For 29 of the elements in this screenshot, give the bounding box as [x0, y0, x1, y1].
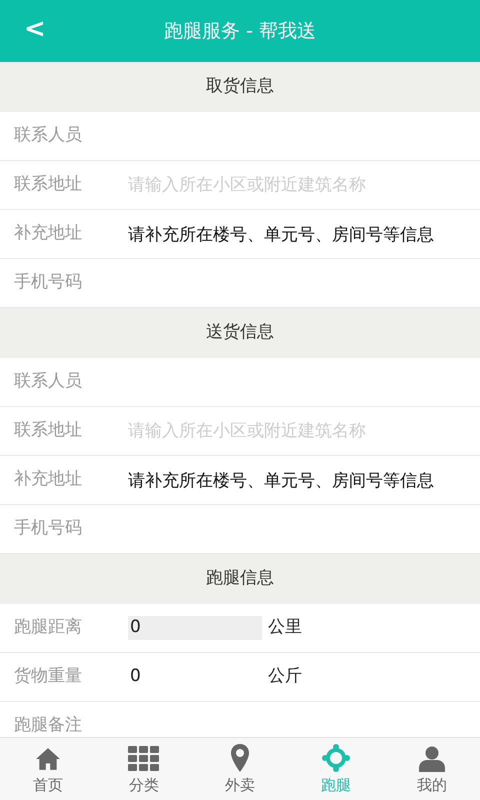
field-label: 货物重量 — [14, 665, 83, 688]
nav-tab[interactable]: 首页 — [0, 738, 96, 800]
person-icon — [419, 746, 445, 772]
home-icon — [34, 746, 62, 772]
field-label: 补充地址 — [14, 222, 83, 246]
section-title: 送货信息 — [206, 321, 274, 344]
unit-label: 公里 — [268, 616, 302, 640]
window-title: 跑腿服务 - 帮我送 — [164, 18, 316, 44]
grid-icon — [128, 746, 160, 772]
field-label: 联系地址 — [14, 173, 83, 196]
nav-tab[interactable]: 我的 — [384, 738, 480, 800]
field-label: 联系人员 — [14, 370, 83, 394]
crosshair-icon — [322, 744, 350, 772]
input-field[interactable]: 请补充所在楼号、单元号、房间号等信息 — [128, 465, 466, 495]
nav-tab[interactable]: 外卖 — [192, 738, 288, 800]
field-label: 跑腿备注 — [14, 714, 83, 737]
field-label: 补充地址 — [14, 468, 83, 492]
map-pin-icon — [230, 744, 250, 772]
input-field[interactable]: 0 — [128, 616, 262, 640]
field-label: 手机号码 — [14, 517, 83, 540]
field-label: 联系地址 — [14, 419, 83, 442]
section-title: 跑腿信息 — [206, 567, 274, 590]
field-label: 联系人员 — [14, 124, 83, 148]
nav-tab[interactable]: 分类 — [96, 738, 192, 800]
field-label: 跑腿距离 — [14, 616, 83, 640]
input-field[interactable]: 请补充所在楼号、单元号、房间号等信息 — [128, 219, 466, 249]
unit-label: 公斤 — [268, 665, 302, 688]
field-label: 手机号码 — [14, 271, 83, 294]
section-title: 取货信息 — [206, 75, 274, 98]
